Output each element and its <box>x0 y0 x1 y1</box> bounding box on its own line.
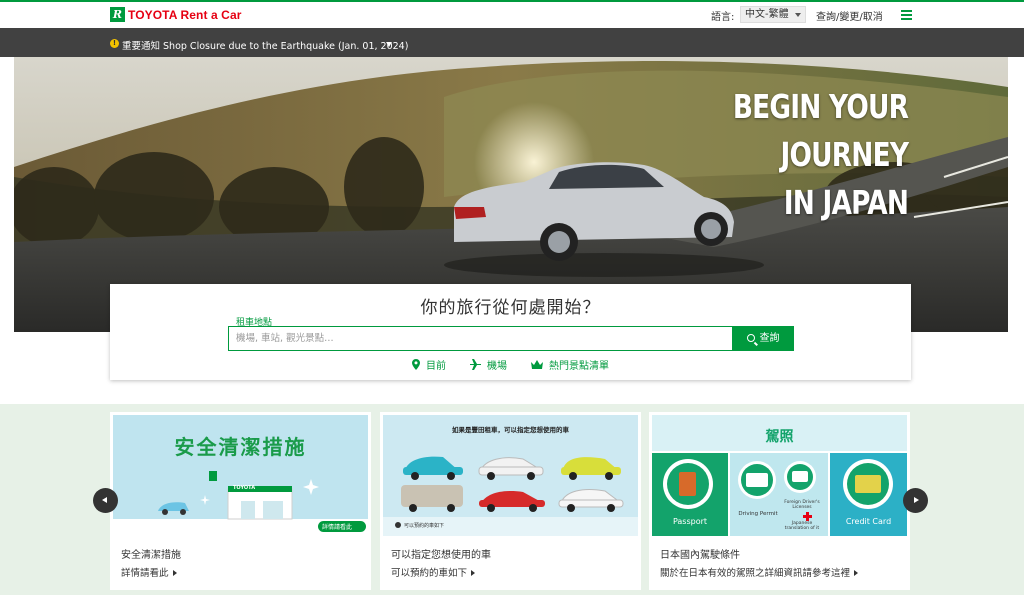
hero-line-3: IN JAPAN <box>783 183 909 222</box>
choose-car-banner-title: 如果是豐田租車，可以指定您想使用的車 <box>452 426 569 434</box>
search-icon <box>746 334 755 342</box>
brand-logo[interactable]: R TOYOTA Rent a Car <box>110 7 242 22</box>
quick-link-label: 機場 <box>487 361 507 372</box>
hero-line-1: BEGIN YOUR <box>732 87 909 126</box>
feature-card-cleaning[interactable]: 安全清潔措施 TOYOTA 詳情請看此 安全清潔措施 詳情請看此 <box>110 412 371 590</box>
brand-name: TOYOTA Rent a Car <box>128 7 242 22</box>
search-button[interactable]: 查詢 <box>732 326 794 351</box>
quick-link-label: 熱門景點清單 <box>549 361 609 372</box>
translation-label: Japanese translation of it <box>784 521 820 531</box>
quick-link-current-location[interactable]: 目前 <box>412 357 446 372</box>
license-banner: 駕照 Passport Driving Permit Foreign Drive… <box>652 415 907 536</box>
notice-text: 重要通知 Shop Closure due to the Earthquake … <box>122 41 409 52</box>
location-pin-icon <box>412 359 420 370</box>
card-link-label: 詳情請看此 <box>121 568 169 579</box>
passport-label: Passport <box>672 517 708 526</box>
search-placeholder: 機場, 車站, 觀光景點… <box>236 333 334 344</box>
logo-icon: R <box>110 7 125 22</box>
quick-link-airport[interactable]: 機場 <box>470 357 507 372</box>
store-sign: TOYOTA <box>233 485 256 491</box>
foreign-license-label: Foreign Driver's Licenses <box>784 500 820 510</box>
chevron-left-icon <box>102 497 107 503</box>
chevron-right-icon <box>471 570 476 576</box>
carousel-prev-button[interactable] <box>93 488 118 513</box>
search-panel: 你的旅行從何處開始？ 租車地點 機場, 車站, 觀光景點… 查詢 目前 機場 熱… <box>110 284 911 380</box>
carousel-next-button[interactable] <box>903 488 928 513</box>
hero-line-2: JOURNEY <box>780 135 908 174</box>
chevron-right-icon <box>172 570 177 576</box>
card-title: 可以指定您想使用的車 <box>391 550 491 561</box>
credit-card-label: Credit Card <box>845 517 892 526</box>
card-title: 安全清潔措施 <box>121 550 181 561</box>
alert-icon: ! <box>110 39 119 48</box>
driving-permit-label: Driving Permit <box>738 511 778 517</box>
search-heading: 你的旅行從何處開始？ <box>420 298 601 318</box>
chevron-down-icon <box>794 13 801 17</box>
chevron-right-icon <box>914 497 919 503</box>
cleaning-banner-title: 安全清潔措施 <box>174 435 307 459</box>
airplane-icon <box>470 359 481 370</box>
feature-card-license[interactable]: 駕照 Passport Driving Permit Foreign Drive… <box>649 412 910 590</box>
search-button-label: 查詢 <box>759 333 780 344</box>
quick-link-label: 目前 <box>426 361 446 372</box>
card-link-label: 關於在日本有效的駕照之詳細資訊請參考這裡 <box>660 568 851 579</box>
pickup-location-input[interactable]: 機場, 車站, 觀光景點… <box>228 326 732 351</box>
choose-car-banner: 如果是豐田租車，可以指定您想使用的車 可以預約的車如下 <box>383 415 638 536</box>
top-bar: R TOYOTA Rent a Car 語言: 中文-繁體 查詢/變更/取消 <box>0 0 1024 28</box>
crown-icon <box>531 359 543 369</box>
card-link[interactable]: 詳情請看此 <box>121 565 177 579</box>
hamburger-menu-icon[interactable] <box>901 10 912 20</box>
chevron-right-icon <box>854 570 859 576</box>
license-banner-title: 駕照 <box>765 429 794 445</box>
card-link-label: 可以預約的車如下 <box>391 568 468 579</box>
choose-car-banner-note: 可以預約的車如下 <box>404 523 445 529</box>
language-selected: 中文-繁體 <box>745 9 789 20</box>
language-select[interactable]: 中文-繁體 <box>740 6 806 23</box>
card-link[interactable]: 可以預約的車如下 <box>391 565 476 579</box>
cleaning-banner: 安全清潔措施 TOYOTA 詳情請看此 <box>113 415 368 536</box>
reservation-query-link[interactable]: 查詢/變更/取消 <box>816 8 883 23</box>
hero-headline: BEGIN YOUR JOURNEY IN JAPAN <box>732 83 909 227</box>
feature-card-choose-car[interactable]: 如果是豐田租車，可以指定您想使用的車 可以預約的車如下 可以指定您想使用的車 可… <box>380 412 641 590</box>
important-notice-bar[interactable]: ! 重要通知 Shop Closure due to the Earthquak… <box>0 28 1024 57</box>
quick-link-popular-spots[interactable]: 熱門景點清單 <box>531 357 609 372</box>
cleaning-banner-badge: 詳情請看此 <box>322 524 353 531</box>
language-label: 語言: <box>711 12 735 23</box>
card-title: 日本國內駕駛條件 <box>660 550 740 561</box>
chevron-down-icon <box>386 42 392 47</box>
card-link[interactable]: 關於在日本有效的駕照之詳細資訊請參考這裡 <box>660 565 859 579</box>
